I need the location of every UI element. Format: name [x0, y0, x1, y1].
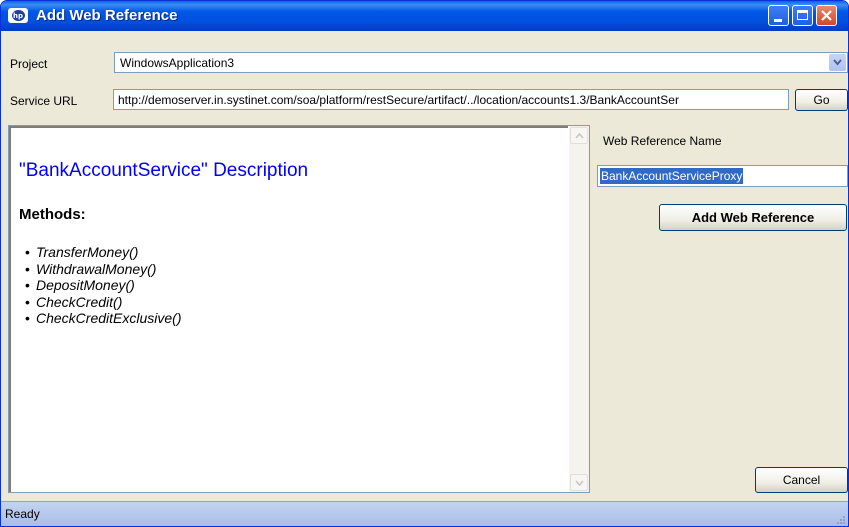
- close-icon: [821, 10, 832, 21]
- method-item[interactable]: TransferMoney(): [25, 244, 181, 261]
- method-item[interactable]: DepositMoney(): [25, 277, 181, 294]
- vertical-scrollbar[interactable]: [569, 126, 589, 492]
- method-item[interactable]: CheckCreditExclusive(): [25, 310, 181, 327]
- status-bar: Ready: [1, 501, 848, 526]
- description-content: "BankAccountService" Description Methods…: [9, 126, 568, 492]
- hp-logo-icon[interactable]: hp: [8, 8, 28, 23]
- title-bar[interactable]: hp Add Web Reference: [1, 1, 848, 31]
- method-item[interactable]: WithdrawalMoney(): [25, 261, 181, 278]
- maximize-button[interactable]: [792, 5, 813, 26]
- project-dropdown[interactable]: WindowsApplication3: [114, 52, 848, 73]
- project-label: Project: [10, 57, 48, 71]
- cancel-button[interactable]: Cancel: [755, 467, 848, 493]
- description-title: "BankAccountService" Description: [19, 160, 309, 181]
- resize-grip-icon[interactable]: [834, 514, 846, 526]
- scroll-up-button[interactable]: [570, 127, 588, 144]
- methods-list: TransferMoney() WithdrawalMoney() Deposi…: [25, 244, 181, 327]
- scroll-down-icon: [575, 480, 584, 486]
- scroll-down-button[interactable]: [570, 474, 588, 491]
- project-value: WindowsApplication3: [120, 56, 235, 70]
- service-url-label: Service URL: [10, 94, 78, 108]
- web-reference-name-label: Web Reference Name: [603, 134, 722, 148]
- close-button[interactable]: [816, 5, 837, 26]
- status-text: Ready: [5, 507, 40, 521]
- service-url-value: http://demoserver.in.systinet.com/soa/pl…: [118, 93, 679, 107]
- web-reference-name-input[interactable]: BankAccountServiceProxy: [597, 165, 848, 187]
- add-web-reference-button[interactable]: Add Web Reference: [659, 204, 847, 231]
- go-button[interactable]: Go: [795, 89, 848, 111]
- add-web-reference-window: hp Add Web Reference Project WindowsAppl…: [0, 0, 849, 527]
- method-item[interactable]: CheckCredit(): [25, 294, 181, 311]
- window-title: Add Web Reference: [36, 7, 178, 24]
- minimize-button[interactable]: [768, 5, 789, 26]
- project-dropdown-button[interactable]: [829, 54, 846, 71]
- chevron-down-icon: [833, 59, 842, 66]
- service-description-pane[interactable]: "BankAccountService" Description Methods…: [8, 125, 590, 493]
- methods-heading: Methods:: [19, 206, 86, 223]
- web-reference-name-value: BankAccountServiceProxy: [600, 168, 744, 184]
- service-url-input[interactable]: http://demoserver.in.systinet.com/soa/pl…: [113, 89, 789, 110]
- scroll-up-icon: [575, 133, 584, 139]
